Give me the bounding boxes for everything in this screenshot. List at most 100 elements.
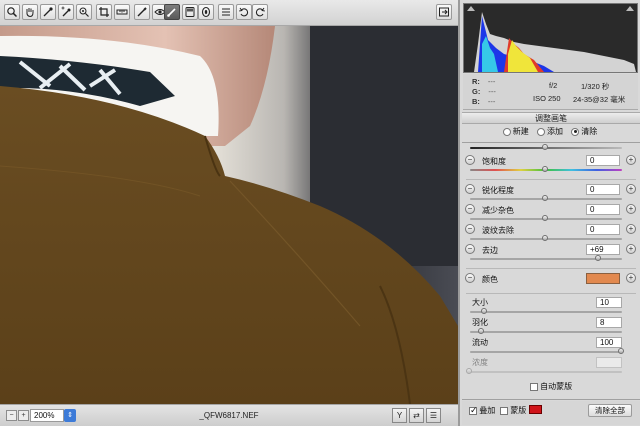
defringe-slider-thumb[interactable] [595,255,602,261]
iso-value: ISO 250 [533,94,561,103]
shadow-clipping-icon[interactable] [467,6,475,11]
radio-clear[interactable] [571,127,580,136]
sharpness-increase-button[interactable]: + [626,184,636,194]
white-balance-tool[interactable] [40,4,56,20]
sharpness-decrease-button[interactable]: − [465,184,475,194]
g-label: G: [472,87,481,96]
noise-reduction-decrease-button[interactable]: − [465,204,475,214]
zoom-tool[interactable] [4,4,20,20]
highlight-clipping-icon[interactable] [626,6,634,11]
mask-toggle[interactable]: 蒙版 [500,405,526,416]
image-preview[interactable] [0,26,458,404]
spot-removal-tool[interactable] [134,4,150,20]
photo-image [0,26,458,404]
aperture-value: f/2 [549,81,558,90]
crop-tool[interactable] [96,4,112,20]
mode-new[interactable]: 新建 [502,126,529,137]
sharpness-value[interactable]: 0 [586,184,620,195]
noise-reduction-label: 减少杂色 [482,206,514,215]
mode-clear[interactable]: 清除 [571,126,597,137]
b-label: B: [472,97,480,106]
list-icon [222,8,230,16]
flow-slider-thumb[interactable] [618,348,624,354]
noise-reduction-row: − 减少杂色 0 + [462,204,640,224]
open-workflow-button[interactable] [436,4,452,20]
color-decrease-button[interactable]: − [465,273,475,283]
preferences-tool[interactable] [218,4,234,20]
mask-checkbox[interactable] [500,406,508,415]
moire-slider-thumb[interactable] [542,235,548,241]
hand-tool[interactable] [22,4,38,20]
saturation-slider-thumb[interactable] [542,166,548,172]
feather-slider-thumb[interactable] [478,328,485,334]
noise-reduction-slider-thumb[interactable] [542,215,548,221]
feather-value[interactable]: 8 [596,317,622,328]
saturation-value[interactable]: 0 [586,155,620,166]
brush-size-row: 大小 10 [462,297,640,317]
defringe-decrease-button[interactable]: − [465,244,475,254]
moire-reduction-row: − 波纹去除 0 + [462,224,640,244]
sharpness-slider-thumb[interactable] [542,195,548,201]
radio-new[interactable] [502,127,511,136]
color-increase-button[interactable]: + [626,273,636,283]
defringe-row: − 去边 +69 + [462,244,640,264]
density-row: 浓度 [462,357,640,377]
defringe-value[interactable]: +69 [586,244,620,255]
adjustment-brush-tool[interactable] [164,4,180,20]
view-mode-y-button[interactable]: Y [392,408,407,423]
graduated-filter-tool[interactable] [182,4,198,20]
view-settings-button[interactable]: ☰ [426,408,441,423]
brush-size-slider-track[interactable] [470,311,622,313]
radial-filter-tool[interactable] [198,4,214,20]
feather-label: 羽化 [472,318,488,327]
adjustment-list[interactable]: − 饱和度 0 + − 锐化程度 0 + − 减少杂色 0 + − 波纹去除 0… [462,142,640,400]
moire-value[interactable]: 0 [586,224,620,235]
brush-icon [167,8,176,17]
tool-bar [0,0,458,26]
defringe-increase-button[interactable]: + [626,244,636,254]
saturation-decrease-button[interactable]: − [465,155,475,165]
mask-color-swatch[interactable] [529,405,542,414]
rotate-cw-tool[interactable] [252,4,268,20]
overlay-checkbox[interactable] [469,405,478,416]
straighten-tool[interactable] [114,4,130,20]
noise-reduction-value[interactable]: 0 [586,204,620,215]
auto-mask-label: 自动蒙版 [540,382,573,391]
eyedropper-plus-icon [61,6,71,17]
feather-slider-track[interactable] [470,331,622,333]
info-panel: R: --- G: --- B: --- f/2 1/320 秒 ISO 250 24… [463,74,638,110]
auto-mask-checkbox[interactable] [529,382,538,391]
moire-increase-button[interactable]: + [626,224,636,234]
mode-clear-label: 清除 [581,127,598,136]
moire-decrease-button[interactable]: − [465,224,475,234]
moire-label: 波纹去除 [482,226,514,235]
saturation-increase-button[interactable]: + [626,155,636,165]
brush-size-value[interactable]: 10 [596,297,622,308]
color-label: 颜色 [482,275,498,284]
color-sampler-tool[interactable] [58,4,74,20]
rotate-ccw-tool[interactable] [236,4,252,20]
overlay-toggle[interactable]: 叠加 [469,405,495,416]
radio-add[interactable] [537,127,545,136]
brush-size-slider-thumb[interactable] [481,308,488,314]
flow-slider-track[interactable] [470,351,622,353]
eyedropper-icon [43,7,53,17]
view-mode-compare-button[interactable]: ⇄ [409,408,424,423]
clear-all-button[interactable]: 清除全部 [588,404,632,417]
targeted-adjustment-tool[interactable] [76,4,92,20]
target-icon [79,7,89,17]
level-icon [116,9,128,15]
mode-add[interactable]: 添加 [537,126,563,137]
sharpness-row: − 锐化程度 0 + [462,184,640,204]
magnifier-icon [7,7,18,18]
noise-reduction-increase-button[interactable]: + [626,204,636,214]
rotate-cw-icon [255,7,265,17]
gradient-icon [185,7,195,17]
status-bar: − + 200% ⇕ _QFW6817.NEF Y ⇄ ☰ [0,404,458,426]
hand-icon [26,8,34,18]
auto-mask-row[interactable]: 自动蒙版 [462,381,640,392]
b-value: --- [487,97,496,106]
partial-slider-thumb[interactable] [542,144,548,150]
flow-value[interactable]: 100 [596,337,622,348]
color-swatch[interactable] [586,273,620,284]
